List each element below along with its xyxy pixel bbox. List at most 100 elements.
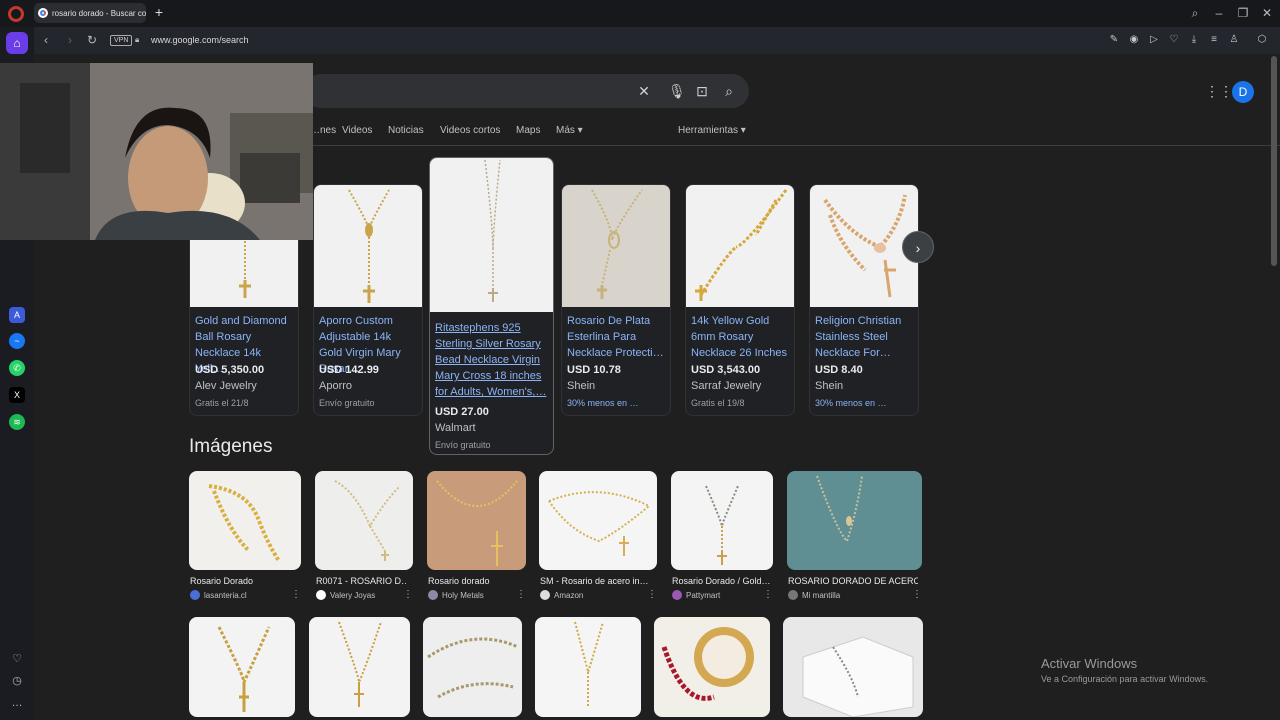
messenger-icon[interactable]: ~: [9, 333, 25, 349]
aria-icon[interactable]: A: [9, 307, 25, 323]
image-thumbnail[interactable]: [189, 617, 295, 717]
image-result[interactable]: Rosario Dorado / Gold… Pattymart ⋮: [671, 471, 773, 605]
image-caption[interactable]: ROSARIO DORADO DE ACERO: [788, 576, 918, 586]
image-source[interactable]: lasanteria.cl: [190, 590, 247, 600]
heart-icon[interactable]: ♡: [1168, 34, 1180, 46]
more-options-icon[interactable]: ⋮: [912, 589, 922, 600]
minimize-icon[interactable]: –: [1211, 5, 1227, 21]
tab-news[interactable]: Noticias: [388, 125, 424, 136]
tab-short-videos[interactable]: Videos cortos: [440, 125, 500, 136]
product-image[interactable]: [562, 185, 670, 307]
product-card[interactable]: 14k Yellow Gold 6mm Rosary Necklace 26 I…: [685, 184, 795, 416]
image-result[interactable]: [783, 617, 923, 717]
back-icon[interactable]: ‹: [39, 33, 53, 47]
image-source[interactable]: Mi mantilla: [788, 590, 840, 600]
more-options-icon[interactable]: ⋮: [403, 589, 413, 600]
image-caption[interactable]: Rosario dorado: [428, 576, 513, 586]
image-result[interactable]: SM - Rosario de acero in… Amazon ⋮: [539, 471, 657, 605]
tools-button[interactable]: Herramientas ▾: [678, 125, 746, 136]
profile-icon[interactable]: ♙: [1228, 34, 1240, 46]
image-caption[interactable]: R0071 - ROSARIO D…: [316, 576, 406, 586]
image-result[interactable]: [189, 617, 295, 717]
product-title[interactable]: Ritastephens 925 Sterling Silver Rosary …: [435, 320, 547, 400]
menu-icon[interactable]: ≡: [1208, 34, 1220, 46]
send-icon[interactable]: ▷: [1148, 34, 1160, 46]
close-window-icon[interactable]: ✕: [1259, 5, 1275, 21]
more-icon[interactable]: …: [10, 696, 24, 710]
google-apps-icon[interactable]: ⋮⋮: [1205, 84, 1233, 98]
lock-icon[interactable]: 🔒︎: [135, 35, 143, 45]
image-result[interactable]: Rosario dorado Holy Metals ⋮: [427, 471, 526, 605]
product-title[interactable]: Religion Christian Stainless Steel Neckl…: [815, 313, 912, 361]
product-title[interactable]: 14k Yellow Gold 6mm Rosary Necklace 26 I…: [691, 313, 788, 361]
clear-icon[interactable]: ✕: [636, 83, 652, 99]
restore-icon[interactable]: ❐: [1235, 5, 1251, 21]
whatsapp-icon[interactable]: ✆: [9, 360, 25, 376]
forward-icon[interactable]: ›: [63, 33, 77, 47]
image-result[interactable]: R0071 - ROSARIO D… Valery Joyas ⋮: [315, 471, 413, 605]
product-card[interactable]: Religion Christian Stainless Steel Neckl…: [809, 184, 919, 416]
more-options-icon[interactable]: ⋮: [647, 589, 657, 600]
search-icon[interactable]: ⌕: [721, 83, 737, 99]
image-source[interactable]: Amazon: [540, 590, 583, 600]
image-caption[interactable]: Rosario Dorado / Gold…: [672, 576, 772, 586]
product-image[interactable]: [430, 158, 553, 312]
image-thumbnail[interactable]: [539, 471, 657, 570]
image-result[interactable]: [309, 617, 410, 717]
image-caption[interactable]: SM - Rosario de acero in…: [540, 576, 650, 586]
image-result[interactable]: ROSARIO DORADO DE ACERO Mi mantilla ⋮: [787, 471, 922, 605]
image-thumbnail[interactable]: [654, 617, 770, 717]
url-field[interactable]: www.google.com/search: [151, 35, 249, 45]
image-thumbnail[interactable]: [783, 617, 923, 717]
image-thumbnail[interactable]: [535, 617, 641, 717]
image-result[interactable]: [423, 617, 522, 717]
image-thumbnail[interactable]: [423, 617, 522, 717]
browser-tab[interactable]: rosario dorado - Buscar con Google: [34, 3, 146, 23]
product-card-hovered[interactable]: Ritastephens 925 Sterling Silver Rosary …: [429, 157, 554, 455]
image-thumbnail[interactable]: [309, 617, 410, 717]
opera-logo-icon[interactable]: [8, 6, 24, 22]
image-caption[interactable]: Rosario Dorado: [190, 576, 290, 586]
product-image[interactable]: [314, 185, 422, 307]
image-thumbnail[interactable]: [315, 471, 413, 570]
lens-icon[interactable]: ⊡: [694, 83, 710, 99]
image-result[interactable]: Rosario Dorado lasanteria.cl ⋮: [189, 471, 301, 605]
x-twitter-icon[interactable]: X: [9, 387, 25, 403]
image-result[interactable]: [535, 617, 641, 717]
avatar[interactable]: D: [1232, 81, 1254, 103]
download-icon[interactable]: ⤓: [1188, 34, 1200, 46]
search-tabs-icon[interactable]: ⌕: [1187, 5, 1203, 21]
extensions-icon[interactable]: ⬡: [1256, 34, 1268, 46]
image-result[interactable]: [654, 617, 770, 717]
microphone-icon[interactable]: 🎙︎: [668, 83, 686, 99]
image-source[interactable]: Valery Joyas: [316, 590, 375, 600]
tab-more[interactable]: Más ▾: [556, 125, 583, 136]
carousel-next-button[interactable]: ›: [902, 231, 934, 263]
history-clock-icon[interactable]: ◷: [10, 674, 24, 688]
more-options-icon[interactable]: ⋮: [291, 589, 301, 600]
spotify-icon[interactable]: ≋: [9, 414, 25, 430]
vpn-badge[interactable]: VPN: [110, 35, 133, 46]
camera-icon[interactable]: ◉: [1128, 34, 1140, 46]
image-source[interactable]: Pattymart: [672, 590, 720, 600]
home-icon[interactable]: ⌂: [6, 32, 28, 54]
image-thumbnail[interactable]: [787, 471, 922, 570]
product-card[interactable]: Rosario De Plata Esterlina Para Necklace…: [561, 184, 671, 416]
tab-images[interactable]: …nes: [310, 125, 336, 136]
tab-maps[interactable]: Maps: [516, 125, 540, 136]
image-thumbnail[interactable]: [427, 471, 526, 570]
product-title[interactable]: Rosario De Plata Esterlina Para Necklace…: [567, 313, 664, 361]
more-options-icon[interactable]: ⋮: [763, 589, 773, 600]
product-image[interactable]: [686, 185, 794, 307]
page-scrollbar[interactable]: [1271, 56, 1277, 266]
product-card[interactable]: Aporro Custom Adjustable 14k Gold Virgin…: [313, 184, 423, 416]
tab-videos[interactable]: Videos: [342, 125, 372, 136]
edit-icon[interactable]: ✎: [1108, 34, 1120, 46]
favorites-heart-icon[interactable]: ♡: [10, 652, 24, 666]
image-thumbnail[interactable]: [189, 471, 301, 570]
search-box[interactable]: ✕ 🎙︎ ⊡ ⌕: [304, 74, 749, 108]
reload-icon[interactable]: ↻: [85, 33, 99, 47]
more-options-icon[interactable]: ⋮: [516, 589, 526, 600]
image-source[interactable]: Holy Metals: [428, 590, 484, 600]
new-tab-icon[interactable]: +: [152, 5, 166, 19]
